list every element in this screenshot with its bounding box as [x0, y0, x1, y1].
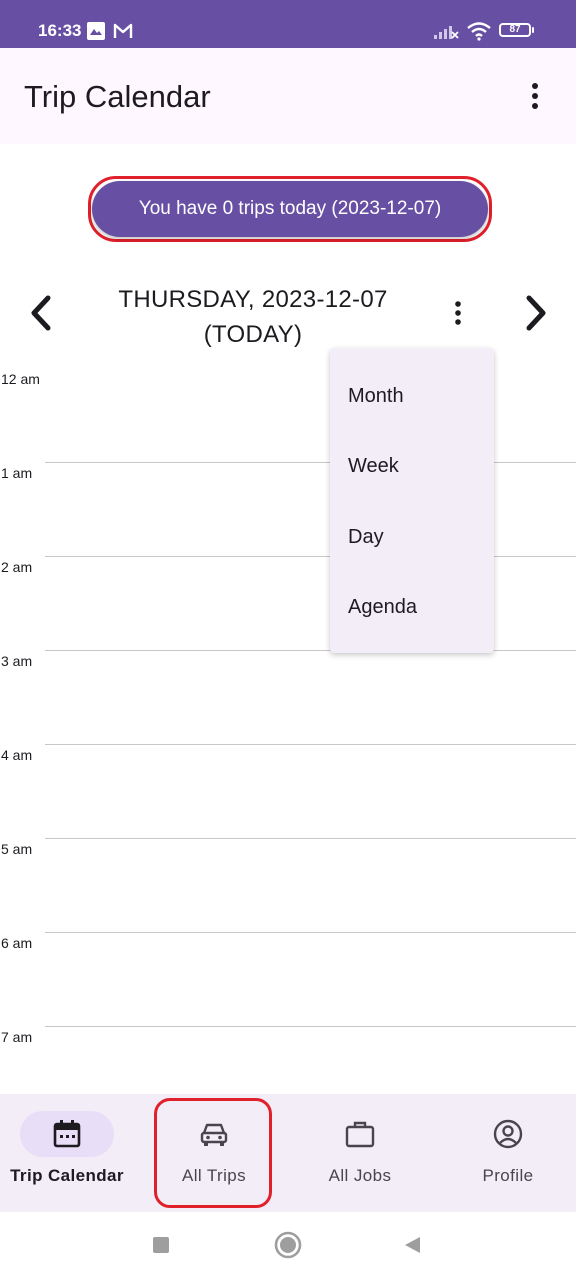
back-button[interactable]	[402, 1235, 422, 1255]
all-trips-highlight	[154, 1098, 272, 1208]
battery-icon: 87	[499, 23, 534, 37]
day-title: THURSDAY, 2023-12-07 (TODAY)	[90, 282, 416, 352]
hour-label: 5 am	[1, 841, 33, 857]
hour-label: 6 am	[1, 935, 33, 951]
hour-divider	[45, 1026, 576, 1027]
hour-label: 12 am	[1, 371, 40, 387]
wifi-icon	[467, 22, 491, 41]
nav-label: Trip Calendar	[10, 1166, 124, 1185]
bottom-navigation: Trip Calendar All Trips All Jobs Profile	[0, 1094, 576, 1212]
signal-off-icon	[434, 26, 459, 39]
hour-divider	[45, 744, 576, 745]
battery-level: 87	[509, 24, 521, 35]
page-title: Trip Calendar	[24, 79, 211, 114]
app-bar: Trip Calendar	[0, 48, 576, 144]
hour-divider	[45, 556, 576, 557]
calendar-view-menu-icon[interactable]	[446, 299, 470, 327]
trips-summary-button[interactable]: You have 0 trips today (2023-12-07)	[92, 181, 488, 237]
menu-item-day[interactable]: Day	[348, 526, 384, 549]
menu-item-week[interactable]: Week	[348, 455, 399, 478]
hour-divider	[45, 932, 576, 933]
hour-divider	[45, 838, 576, 839]
home-button[interactable]	[274, 1231, 302, 1259]
system-navigation-bar	[0, 1212, 576, 1280]
menu-item-agenda[interactable]: Agenda	[348, 596, 417, 619]
calendar-icon	[53, 1120, 81, 1148]
date-label: THURSDAY, 2023-12-07	[118, 286, 388, 313]
previous-day-button[interactable]	[22, 292, 62, 334]
hour-divider	[45, 650, 576, 651]
more-vert-icon[interactable]	[520, 78, 550, 114]
menu-item-month[interactable]: Month	[348, 385, 404, 408]
status-time: 16:33	[38, 21, 82, 40]
photos-icon	[87, 22, 105, 40]
account-circle-icon	[493, 1119, 523, 1149]
hour-label: 4 am	[1, 747, 33, 763]
hour-divider	[45, 462, 576, 463]
gmail-icon	[113, 23, 133, 38]
hour-label: 2 am	[1, 559, 33, 575]
status-bar: 16:33 87	[0, 0, 576, 48]
calendar-view-menu: Month Week Day Agenda	[330, 348, 494, 653]
hour-label: 1 am	[1, 465, 33, 481]
briefcase-icon	[345, 1121, 375, 1148]
nav-item-trip-calendar[interactable]: Trip Calendar	[0, 1094, 144, 1212]
today-label: (TODAY)	[203, 321, 303, 348]
nav-item-all-jobs[interactable]: All Jobs	[288, 1094, 432, 1212]
next-day-button[interactable]	[515, 292, 555, 334]
recents-button[interactable]	[152, 1236, 170, 1254]
hour-label: 3 am	[1, 653, 33, 669]
nav-item-profile[interactable]: Profile	[432, 1094, 576, 1212]
nav-label: Profile	[482, 1166, 534, 1185]
nav-label: All Jobs	[328, 1166, 392, 1185]
hour-label: 7 am	[1, 1029, 33, 1045]
